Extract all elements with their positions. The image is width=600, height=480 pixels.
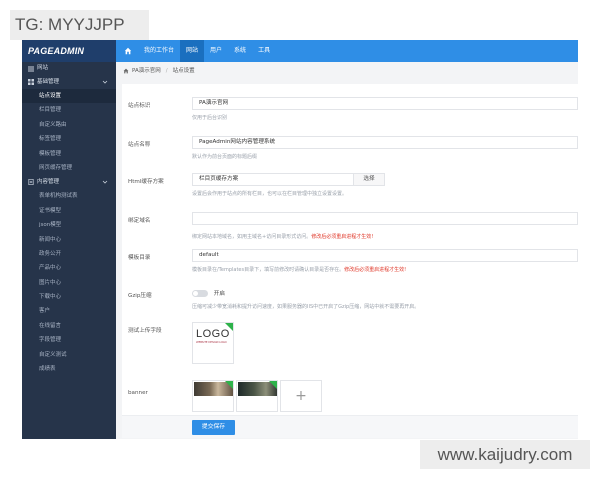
sidebar-item-routes[interactable]: 自定义路由 (22, 118, 116, 132)
home-icon (124, 47, 132, 55)
selected-corner-icon (269, 381, 277, 389)
main-nav: 我的工作台 网站 用户 系统 工具 (118, 40, 276, 62)
template-input[interactable]: default (192, 249, 578, 262)
site-name-input[interactable]: PageAdmin网站内容管理系统 (192, 136, 578, 149)
sidebar-item-pictures[interactable]: 图片中心 (22, 276, 116, 290)
sidebar-item-site-settings[interactable]: 站点设置 (22, 89, 116, 104)
breadcrumb-home[interactable]: PA演示官网 (132, 62, 161, 80)
sidebar-item-custom-test[interactable]: 自定义测试 (22, 348, 116, 362)
document-icon (28, 179, 34, 186)
sidebar-item-tags[interactable]: 标签管理 (22, 132, 116, 146)
site-name-help: 默认作为前台页面的标题后缀 (192, 154, 258, 160)
menu-icon (28, 66, 34, 71)
nav-website[interactable]: 网站 (180, 40, 205, 62)
site-id-label: 站点标识 (128, 103, 151, 109)
submit-button[interactable]: 提交保存 (192, 420, 235, 435)
gzip-help: 压缩可减少带宽消耗和提升访问速度，如果服务器的IIS中已开启了Gzip压缩，网站… (192, 304, 420, 310)
sidebar-item-columns[interactable]: 栏目管理 (22, 103, 116, 117)
site-name-label: 站点名称 (128, 142, 151, 148)
logo-subtext: WEBSITE DESIGN LOGO (196, 341, 227, 344)
sidebar-item-downloads[interactable]: 下载中心 (22, 290, 116, 304)
domain-warning: 修改后必须重启进程才生效! (311, 234, 374, 240)
logo-image: LOGO WEBSITE DESIGN LOGO (196, 329, 232, 353)
choose-button[interactable]: 选择 (354, 173, 385, 186)
template-warning: 修改后必须重启进程才生效! (344, 267, 407, 273)
sidebar-item-gov[interactable]: 政务公开 (22, 247, 116, 261)
upload-image-preview[interactable]: LOGO WEBSITE DESIGN LOGO (192, 322, 234, 364)
breadcrumb-separator: / (165, 68, 168, 74)
template-label: 模板目录 (128, 255, 151, 261)
html-cache-help: 设置后会作用于站点的所有栏目，也可以在栏目管理中独立设置设置。 (192, 191, 348, 197)
main-content: PA演示官网 / 站点设置 站点标识 PA演示官网 仅用于后台识别 站点名称 P… (116, 62, 578, 439)
selected-corner-icon (225, 323, 233, 331)
home-icon (123, 68, 129, 74)
tag-label: TG: MYYJJPP (10, 10, 149, 40)
admin-window: PAGEADMIN 我的工作台 网站 用户 系统 工具 网站 基础管理 站点设置… (22, 40, 578, 439)
sidebar-item-json[interactable]: json模型 (22, 218, 116, 232)
template-help-text: 模板目录在/Templates目录下，填写前修改时请确认目录是否存在。 (192, 267, 345, 273)
toggle-knob (193, 290, 198, 296)
sidebar-item-customers[interactable]: 客户 (22, 304, 116, 318)
sidebar-item-products[interactable]: 产品中心 (22, 261, 116, 275)
sidebar-item-form-test[interactable]: 表单机构测试表 (22, 189, 116, 203)
chevron-down-icon (102, 181, 108, 184)
watermark: www.kaijudry.com (420, 440, 590, 469)
html-cache-label: Html缓存方案 (128, 179, 164, 185)
nav-users[interactable]: 用户 (204, 40, 228, 62)
sidebar-group-label: 内容管理 (37, 179, 60, 186)
breadcrumb-current: 站点设置 (172, 68, 195, 74)
banner-image-2[interactable] (236, 380, 278, 412)
site-id-help: 仅用于后台识别 (192, 115, 228, 121)
nav-tools[interactable]: 工具 (252, 40, 276, 62)
selected-corner-icon (225, 381, 233, 389)
page: TG: MYYJJPP PAGEADMIN 我的工作台 网站 用户 系统 工具 … (0, 0, 600, 480)
domain-input[interactable] (192, 212, 578, 225)
sidebar-group-content[interactable]: 内容管理 (22, 175, 116, 189)
grid-icon (28, 79, 34, 85)
top-navbar: PAGEADMIN 我的工作台 网站 用户 系统 工具 (22, 40, 578, 62)
sidebar-group-label: 基础管理 (37, 79, 60, 85)
nav-workbench[interactable]: 我的工作台 (138, 40, 180, 62)
sidebar-item-cache[interactable]: 网页缓存管理 (22, 161, 116, 175)
sidebar-group-basic[interactable]: 基础管理 (22, 75, 116, 89)
nav-system[interactable]: 系统 (228, 40, 252, 62)
gzip-label: Gzip压缩 (128, 293, 152, 299)
form-footer: 提交保存 (122, 415, 578, 438)
sidebar-item-fields[interactable]: 字段管理 (22, 333, 116, 347)
sidebar-item-scores[interactable]: 成绩表 (22, 362, 116, 376)
template-help: 模板目录在/Templates目录下，填写前修改时请确认目录是否存在。修改后必须… (192, 266, 406, 273)
brand-logo: PAGEADMIN (22, 40, 116, 62)
gzip-toggle[interactable] (192, 289, 208, 297)
banner-list: + (192, 380, 322, 412)
domain-label: 绑定域名 (128, 218, 151, 224)
chevron-down-icon (102, 80, 108, 84)
html-cache-input[interactable]: 栏目页缓存方案 (192, 173, 354, 186)
domain-help-text: 绑定网站本地域名，如用主域名+访问目录形式访问。 (192, 234, 312, 240)
sidebar-item-templates[interactable]: 模板管理 (22, 147, 116, 161)
sidebar-item-news[interactable]: 新闻中心 (22, 233, 116, 247)
sidebar-item-certificate[interactable]: 证书模型 (22, 204, 116, 218)
sidebar-header-label: 网站 (37, 65, 49, 71)
gzip-toggle-label: 开启 (213, 291, 225, 297)
nav-home[interactable] (118, 40, 138, 62)
upload-label: 测试上传字段 (128, 328, 162, 334)
site-id-input[interactable]: PA演示官网 (192, 97, 578, 110)
add-banner-button[interactable]: + (280, 380, 322, 412)
sidebar: 网站 基础管理 站点设置 栏目管理 自定义路由 标签管理 模板管理 网页缓存管理… (22, 62, 116, 439)
sidebar-header[interactable]: 网站 (22, 62, 116, 75)
settings-form: 站点标识 PA演示官网 仅用于后台识别 站点名称 PageAdmin网站内容管理… (122, 84, 578, 438)
banner-image-1[interactable] (192, 380, 234, 412)
breadcrumb: PA演示官网 / 站点设置 (116, 62, 578, 80)
sidebar-item-messages[interactable]: 在线留言 (22, 319, 116, 333)
domain-help: 绑定网站本地域名，如用主域名+访问目录形式访问。修改后必须重启进程才生效! (192, 233, 373, 240)
banner-label: banner (128, 390, 148, 396)
